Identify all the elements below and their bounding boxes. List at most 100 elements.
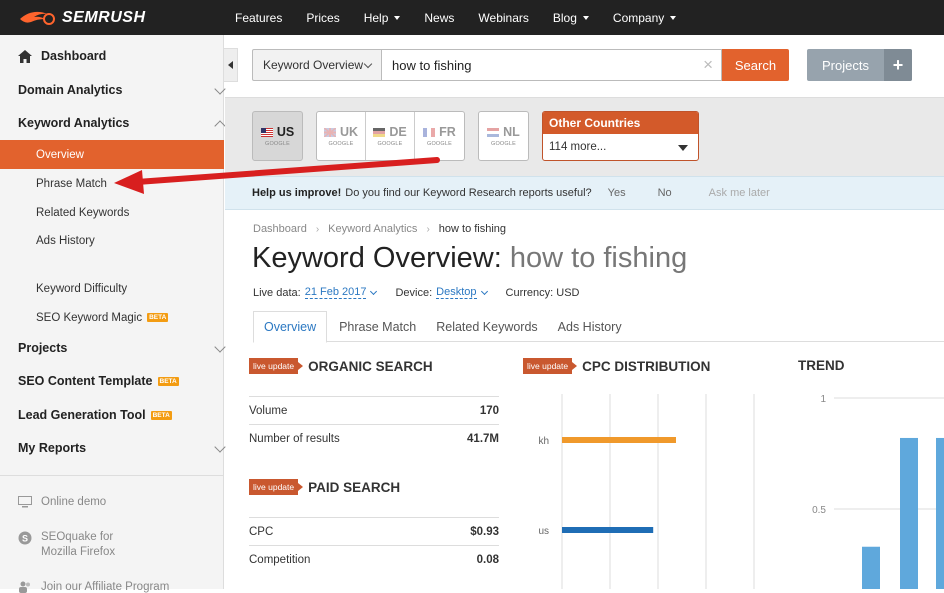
country-box-us: US GOOGLE xyxy=(252,111,303,161)
sidebar-seoquake-text: SEOquake for Mozilla Firefox xyxy=(41,531,115,558)
currency-label: Currency: USD xyxy=(505,286,580,299)
sidebar-item-dashboard[interactable]: Dashboard xyxy=(18,49,106,63)
semrush-logo[interactable]: SEMRUSH xyxy=(18,8,146,28)
sidebar-seo-content-template-label: SEO Content Template xyxy=(18,374,153,388)
projects-label: Projects xyxy=(822,57,869,73)
sidebar-item-affiliate[interactable]: Join our Affiliate Program xyxy=(18,581,169,593)
home-icon xyxy=(18,49,32,63)
device-label: Device: xyxy=(395,286,433,299)
metric-row-competition: Competition 0.08 xyxy=(249,545,499,573)
beta-badge: BETA xyxy=(150,410,172,420)
cpc-bar xyxy=(562,527,654,533)
tab-phrase-match[interactable]: Phrase Match xyxy=(329,311,426,342)
country-button-uk[interactable]: UK GOOGLE xyxy=(317,112,366,160)
nav-item-label: Help xyxy=(363,10,389,25)
main-nav: Features Prices Help News Webinars Blog Compan… xyxy=(235,0,700,35)
sidebar-item-domain-analytics[interactable]: Domain Analytics xyxy=(18,83,226,97)
country-button-nl[interactable]: NL GOOGLE xyxy=(479,112,528,160)
cpc-category-label: us xyxy=(538,526,549,537)
search-button[interactable]: Search xyxy=(722,49,789,81)
device-select-link[interactable]: Desktop xyxy=(436,286,477,299)
breadcrumb: Dashboard › Keyword Analytics › how to f… xyxy=(253,223,506,235)
sidebar-item-phrase-match[interactable]: Phrase Match xyxy=(0,169,224,198)
other-countries-dropdown[interactable]: Other Countries 114 more... xyxy=(542,111,699,161)
trend-bar xyxy=(936,437,944,589)
chevron-up-icon xyxy=(214,120,226,132)
feedback-yes-link[interactable]: Yes xyxy=(608,187,626,199)
feedback-later-link[interactable]: Ask me later xyxy=(709,187,770,199)
country-group-box: UK GOOGLE DE GOOGLE FR GOOGLE xyxy=(316,111,465,161)
chevron-down-icon xyxy=(214,341,226,353)
nav-item-company[interactable]: Company xyxy=(613,11,677,25)
sidebar-item-ads-history[interactable]: Ads History xyxy=(0,226,224,255)
paid-search-title: PAID SEARCH xyxy=(308,479,401,495)
chevron-down-icon xyxy=(480,287,488,295)
cpc-distribution-chart: kh us xyxy=(538,394,755,589)
report-meta: Live data: 21 Feb 2017 Device: Desktop C… xyxy=(253,286,580,299)
sidebar-item-projects[interactable]: Projects xyxy=(18,341,226,355)
nav-item-blog[interactable]: Blog xyxy=(553,11,589,25)
metric-label: Volume xyxy=(249,404,288,417)
sidebar-item-keyword-analytics[interactable]: Keyword Analytics xyxy=(18,116,226,132)
nav-item-help[interactable]: Help xyxy=(364,11,401,25)
cpc-category-label: kh xyxy=(538,436,549,447)
tab-related-keywords[interactable]: Related Keywords xyxy=(426,311,547,342)
search-input[interactable]: how to fishing × xyxy=(382,49,722,81)
projects-button[interactable]: Projects + xyxy=(807,49,912,81)
sidebar: Dashboard Domain Analytics Keyword Analy… xyxy=(0,35,226,593)
tab-ads-history[interactable]: Ads History xyxy=(548,311,632,342)
tab-overview[interactable]: Overview xyxy=(253,311,328,343)
sidebar-online-demo-label: Online demo xyxy=(41,496,107,508)
nav-item-news[interactable]: News xyxy=(424,11,454,25)
nav-item-webinars[interactable]: Webinars xyxy=(478,11,528,25)
clear-icon[interactable]: × xyxy=(703,56,713,73)
country-code-fr: FR xyxy=(439,125,456,139)
add-project-button[interactable]: + xyxy=(884,49,912,81)
trend-y-tick: 1 xyxy=(820,394,826,405)
breadcrumb-separator: › xyxy=(315,223,320,235)
sidebar-keyword-difficulty-label: Keyword Difficulty xyxy=(36,282,128,295)
sidebar-collapse-button[interactable] xyxy=(224,48,238,82)
nav-item-label: Features xyxy=(235,10,283,25)
sidebar-item-overview[interactable]: Overview xyxy=(0,140,224,169)
trend-bar xyxy=(900,437,918,589)
feedback-no-link[interactable]: No xyxy=(658,187,672,199)
metric-label: Competition xyxy=(249,553,311,566)
report-type-select[interactable]: Keyword Overview xyxy=(252,49,382,81)
sidebar-item-online-demo[interactable]: Online demo xyxy=(18,496,106,508)
sidebar-item-seo-keyword-magic[interactable]: SEO Keyword Magic BETA xyxy=(0,303,224,332)
trend-header: TREND xyxy=(798,358,845,373)
country-button-fr[interactable]: FR GOOGLE xyxy=(415,112,464,160)
sidebar-item-lead-generation-tool[interactable]: Lead Generation Tool BETA xyxy=(18,408,172,422)
trend-title: TREND xyxy=(798,358,845,373)
de-flag-icon xyxy=(373,127,386,137)
feedback-question: Do you find our Keyword Research reports… xyxy=(345,187,592,199)
fr-flag-icon xyxy=(423,127,436,137)
trend-chart: 10.5 xyxy=(812,394,944,589)
sidebar-item-my-reports[interactable]: My Reports xyxy=(18,441,226,455)
triangle-left-icon xyxy=(228,61,233,69)
sidebar-item-keyword-difficulty[interactable]: Keyword Difficulty xyxy=(0,274,224,303)
breadcrumb-keyword-analytics[interactable]: Keyword Analytics xyxy=(328,223,417,235)
trend-bar xyxy=(862,546,880,589)
nav-item-features[interactable]: Features xyxy=(235,11,282,25)
country-button-us[interactable]: US GOOGLE xyxy=(253,112,302,160)
search-query-text: how to fishing xyxy=(392,57,472,73)
beta-badge: BETA xyxy=(157,376,179,386)
beta-badge: BETA xyxy=(147,313,169,322)
date-picker-link[interactable]: 21 Feb 2017 xyxy=(304,286,367,299)
uk-flag-icon xyxy=(323,127,336,137)
country-button-de[interactable]: DE GOOGLE xyxy=(366,112,415,160)
nav-item-prices[interactable]: Prices xyxy=(306,11,339,25)
breadcrumb-dashboard[interactable]: Dashboard xyxy=(253,223,307,235)
other-countries-count: 114 more... xyxy=(549,141,607,153)
sidebar-keyword-analytics-label: Keyword Analytics xyxy=(18,116,130,130)
feedback-bar: Help us improve! Do you find our Keyword… xyxy=(225,176,944,210)
engine-label: GOOGLE xyxy=(426,141,453,147)
caret-down-icon xyxy=(678,145,688,151)
monitor-icon xyxy=(18,496,32,508)
country-code-uk: UK xyxy=(339,125,359,139)
sidebar-item-seo-content-template[interactable]: SEO Content Template BETA xyxy=(18,374,179,388)
sidebar-item-seoquake[interactable]: S SEOquake for Mozilla Firefox xyxy=(18,531,115,558)
sidebar-item-related-keywords[interactable]: Related Keywords xyxy=(0,198,224,227)
